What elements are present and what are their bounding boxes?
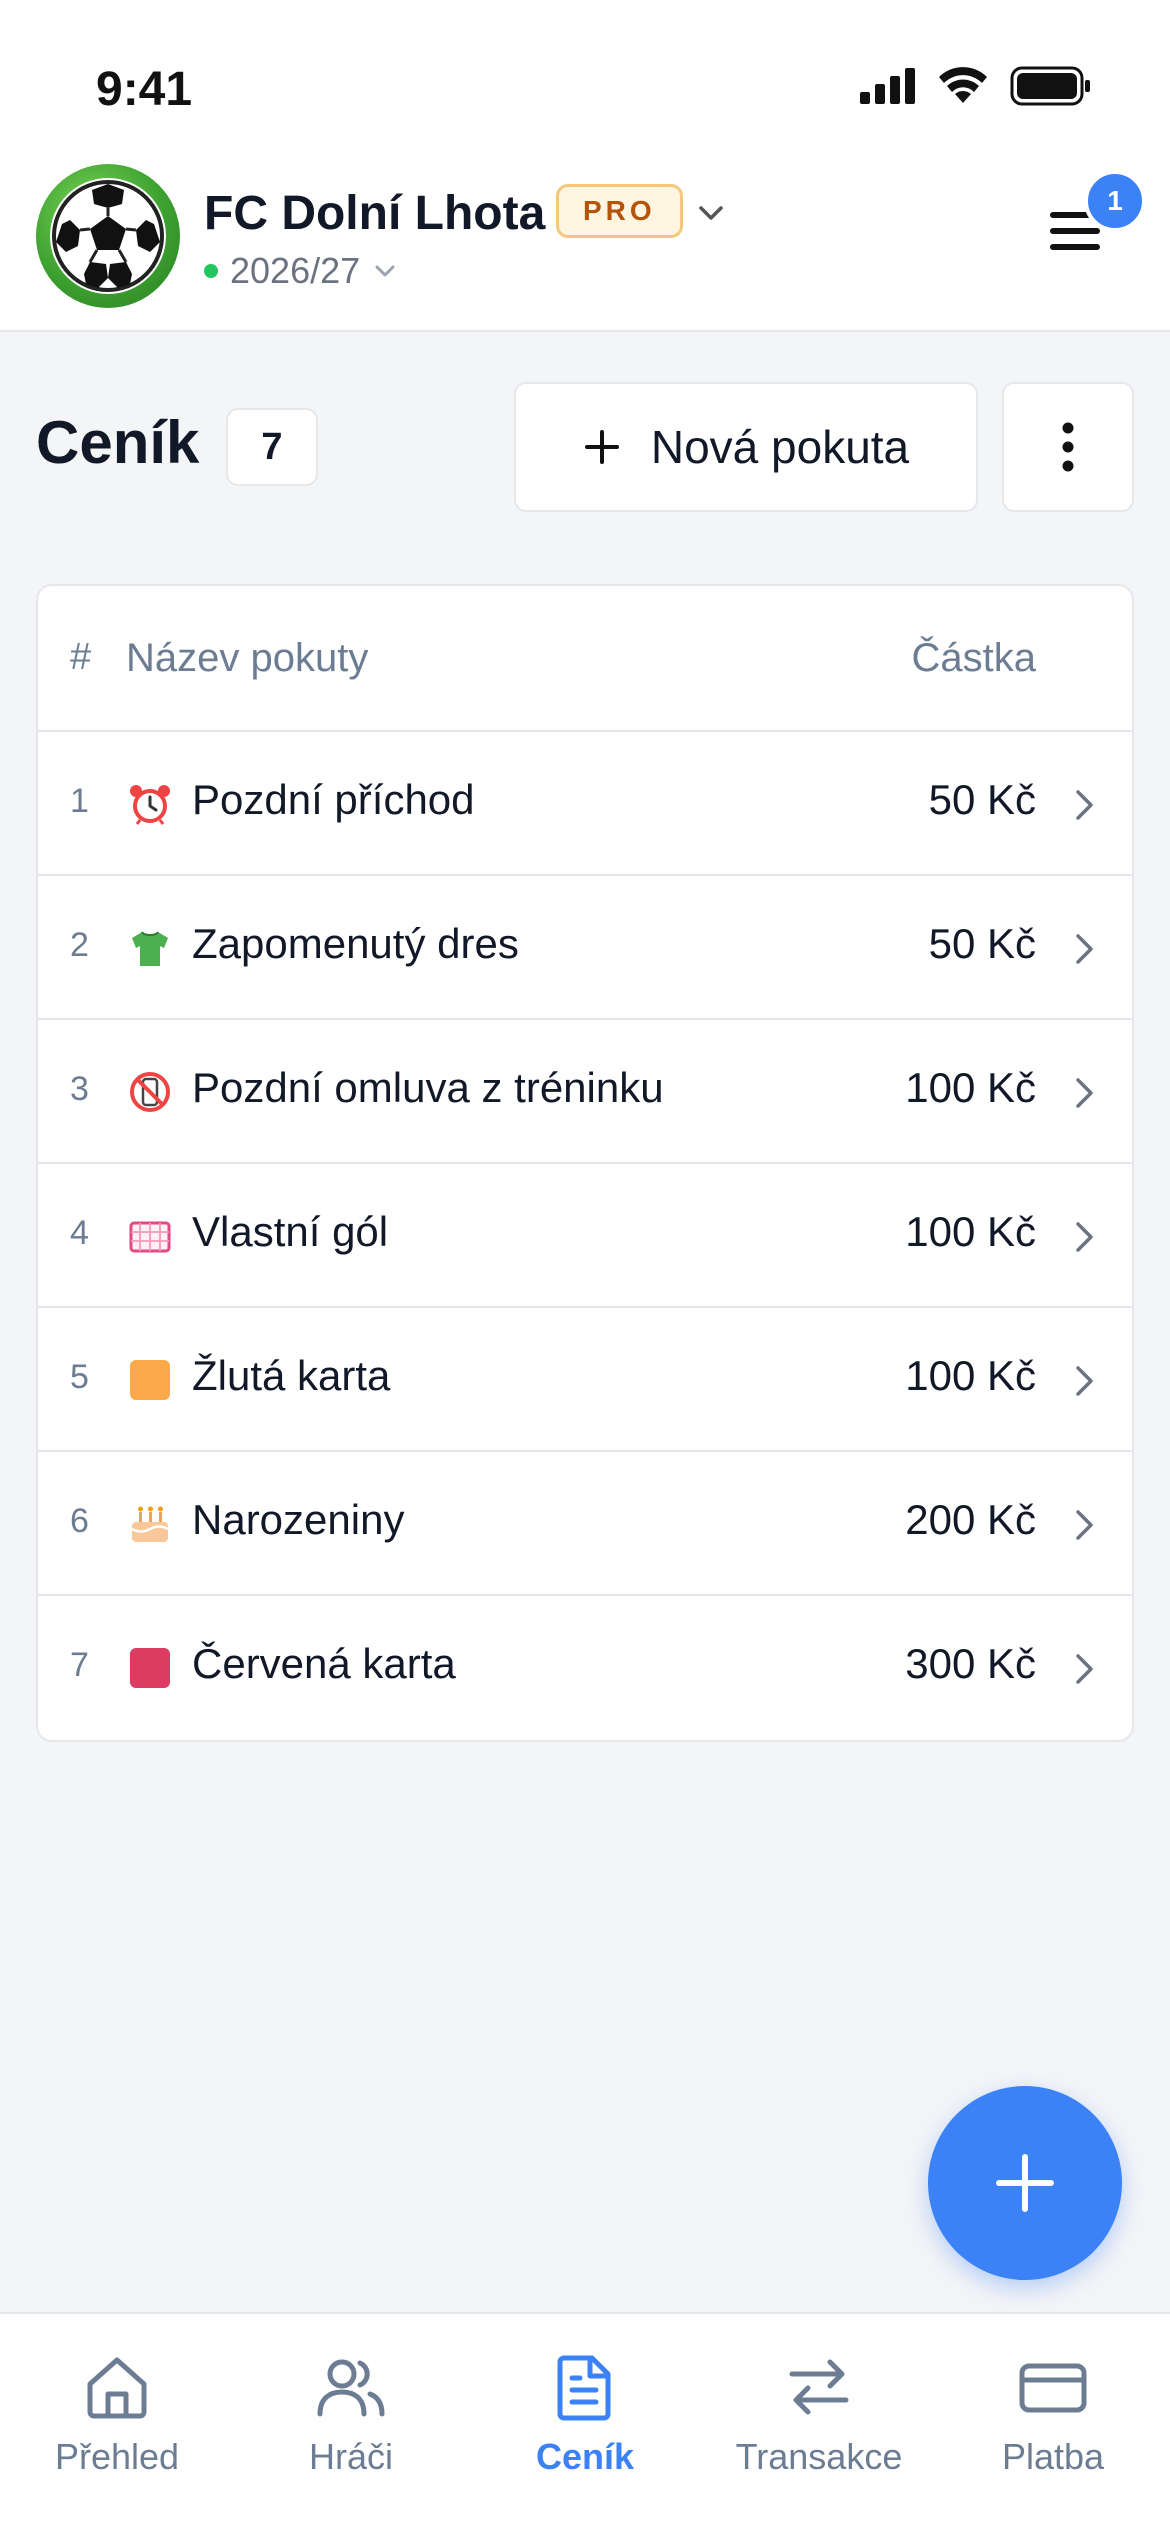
table-row[interactable]: 5 Žlutá karta 100 Kč (38, 1308, 1132, 1452)
table-row[interactable]: 7 Červená karta 300 Kč (38, 1596, 1132, 1740)
season-label: 2026/27 (230, 250, 361, 291)
team-name[interactable]: FC Dolní Lhota (204, 186, 545, 241)
column-number: # (70, 636, 92, 678)
nav-item-players[interactable]: Hráči (234, 2314, 468, 2532)
nav-item-transactions[interactable]: Transakce (702, 2314, 936, 2532)
yellow-card-icon (130, 1360, 170, 1400)
table-row[interactable]: 4 Vlastní gól 100 Kč (38, 1164, 1132, 1308)
chevron-right-icon (1076, 1366, 1093, 1396)
team-logo[interactable] (36, 164, 180, 308)
screen: 9:41 FC Dolní Lhota PRO 2026/27 1 Ceník … (0, 0, 1170, 2532)
fine-name: Pozdní příchod (192, 776, 475, 823)
no-phone-icon (130, 1072, 170, 1112)
season-selector[interactable]: 2026/27 (204, 250, 398, 292)
fines-table: # Název pokuty Částka 1 Pozdní příchod 5… (36, 584, 1134, 1742)
birthday-cake-icon (131, 1506, 169, 1542)
season-active-dot (204, 264, 218, 278)
soccer-ball-icon (52, 180, 164, 292)
nav-label: Přehled (54, 2436, 180, 2477)
plus-icon (996, 2154, 1054, 2212)
fine-amount: 50 Kč (928, 920, 1036, 967)
red-card-icon (130, 1648, 170, 1688)
fine-amount: 100 Kč (905, 1064, 1036, 1111)
nav-label: Hráči (308, 2436, 393, 2477)
plus-icon (584, 430, 619, 464)
nav-item-overview[interactable]: Přehled (0, 2314, 234, 2532)
chevron-right-icon (1076, 1078, 1093, 1108)
fine-amount: 200 Kč (905, 1496, 1036, 1543)
item-count-badge: 7 (226, 408, 318, 486)
fine-amount: 100 Kč (905, 1208, 1036, 1255)
notification-badge[interactable]: 1 (1084, 170, 1146, 232)
pro-badge: PRO (556, 184, 683, 238)
chevron-right-icon (1076, 790, 1093, 820)
fine-amount: 100 Kč (905, 1352, 1036, 1399)
row-number: 7 (70, 1646, 89, 1684)
nav-item-pricelist[interactable]: Ceník (468, 2314, 702, 2532)
team-switch-chevron-icon[interactable] (696, 198, 726, 228)
column-name: Název pokuty (126, 636, 369, 680)
chevron-right-icon (1076, 1222, 1093, 1252)
more-options-button[interactable] (1002, 382, 1134, 512)
wifi-icon (939, 67, 987, 103)
page-title: Ceník (36, 409, 200, 476)
document-icon (557, 2355, 611, 2421)
new-fine-button-label: Nová pokuta (650, 421, 910, 473)
new-fine-button[interactable]: Nová pokuta (514, 382, 978, 512)
jersey-icon (132, 931, 168, 966)
row-number: 6 (70, 1502, 89, 1540)
status-icons (860, 66, 1092, 106)
alarm-clock-icon (130, 785, 170, 825)
fine-name: Narozeniny (192, 1496, 405, 1543)
table-row[interactable]: 2 Zapomenutý dres 50 Kč (38, 876, 1132, 1020)
nav-label: Ceník (535, 2436, 635, 2477)
card-icon (1019, 2363, 1087, 2413)
chevron-right-icon (1076, 1510, 1093, 1540)
fine-name: Pozdní omluva z tréninku (192, 1064, 664, 1111)
row-number: 4 (70, 1214, 89, 1252)
fine-name: Žlutá karta (192, 1352, 391, 1399)
status-bar: 9:41 (0, 0, 1170, 170)
signal-icon (860, 68, 915, 104)
fine-name: Červená karta (192, 1640, 456, 1687)
table-row[interactable]: 1 Pozdní příchod 50 Kč (38, 732, 1132, 876)
nav-label: Transakce (735, 2436, 903, 2477)
app-header: FC Dolní Lhota PRO 2026/27 1 (0, 150, 1170, 332)
column-amount: Částka (911, 636, 1037, 680)
bottom-nav: Přehled Hráči Ceník Transakce Platba (0, 2312, 1170, 2532)
row-number: 3 (70, 1070, 89, 1108)
add-fine-fab[interactable] (928, 2086, 1122, 2280)
transfer-icon (789, 2359, 849, 2415)
battery-icon (1010, 66, 1090, 106)
chevron-right-icon (1076, 1654, 1093, 1684)
fine-amount: 300 Kč (905, 1640, 1036, 1687)
status-time: 9:41 (96, 63, 193, 116)
nav-item-payment[interactable]: Platba (936, 2314, 1170, 2532)
row-number: 1 (70, 782, 89, 820)
users-icon (317, 2359, 385, 2417)
home-icon (87, 2357, 147, 2419)
table-row[interactable]: 6 Narozeniny 200 Kč (38, 1452, 1132, 1596)
season-chevron-icon (375, 265, 395, 277)
row-number: 2 (70, 926, 89, 964)
nav-label: Platba (1001, 2436, 1105, 2477)
fine-amount: 50 Kč (928, 776, 1036, 823)
row-number: 5 (70, 1358, 89, 1396)
goal-net-icon (129, 1221, 171, 1253)
vertical-dots-icon (1062, 422, 1074, 472)
table-header: # Název pokuty Částka (38, 586, 1132, 732)
fine-name: Zapomenutý dres (192, 920, 519, 967)
table-row[interactable]: 3 Pozdní omluva z tréninku 100 Kč (38, 1020, 1132, 1164)
fine-name: Vlastní gól (192, 1208, 389, 1255)
chevron-right-icon (1076, 934, 1093, 964)
